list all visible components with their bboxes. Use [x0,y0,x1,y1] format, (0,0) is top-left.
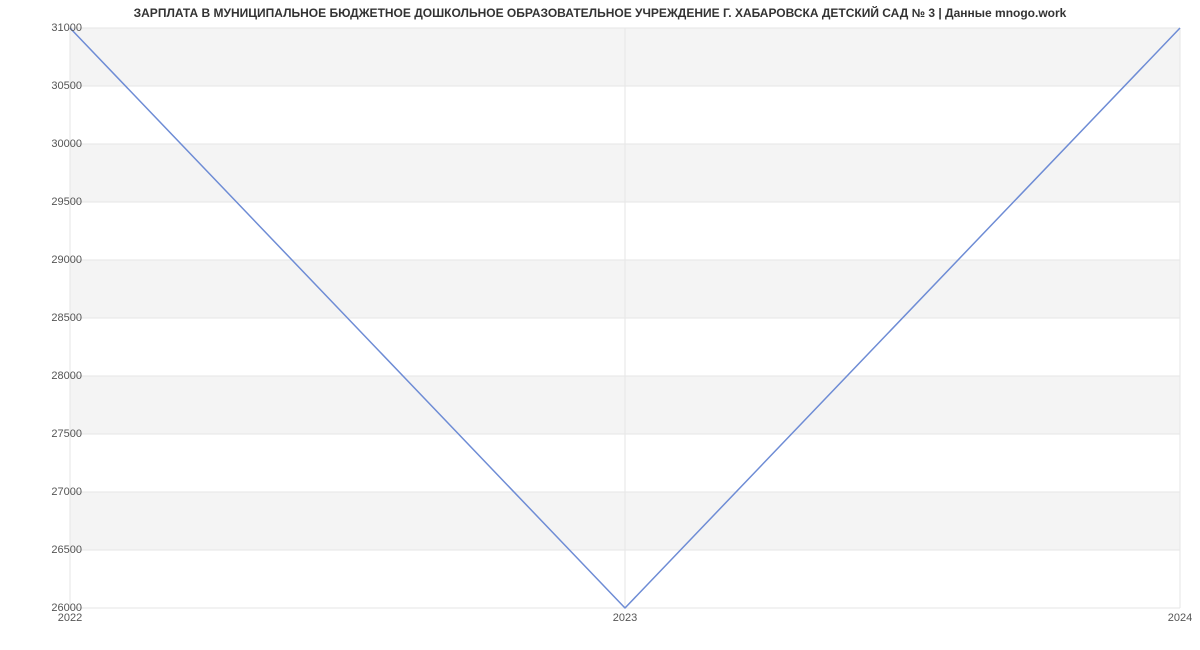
y-tick-label: 28000 [22,370,82,382]
y-tick-label: 29500 [22,196,82,208]
y-tick-label: 30000 [22,138,82,150]
y-tick-label: 30500 [22,80,82,92]
chart-title: ЗАРПЛАТА В МУНИЦИПАЛЬНОЕ БЮДЖЕТНОЕ ДОШКО… [0,6,1200,20]
x-tick-label: 2024 [1168,612,1192,624]
x-tick-label: 2022 [58,612,82,624]
y-tick-label: 26500 [22,544,82,556]
salary-line-chart: ЗАРПЛАТА В МУНИЦИПАЛЬНОЕ БЮДЖЕТНОЕ ДОШКО… [0,0,1200,650]
y-tick-label: 27500 [22,428,82,440]
y-tick-label: 31000 [22,22,82,34]
plot-area [70,28,1180,608]
chart-svg [70,28,1180,608]
y-tick-label: 29000 [22,254,82,266]
y-tick-label: 27000 [22,486,82,498]
x-tick-label: 2023 [613,612,637,624]
y-tick-label: 28500 [22,312,82,324]
